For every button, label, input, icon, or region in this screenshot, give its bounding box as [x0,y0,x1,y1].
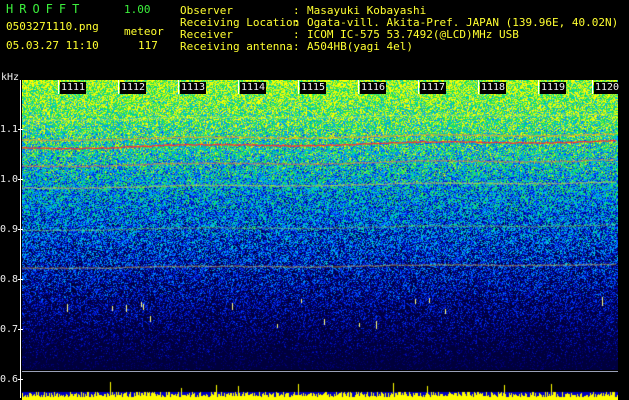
receiver-label: Receiver [180,28,233,41]
y-tick-label: 1.0 [0,174,19,185]
y-tick-mark [18,279,23,280]
app-title: HROFFT [6,2,86,16]
time-label: 1114 [240,82,267,94]
time-tick [298,80,299,94]
location-value: Ogata-vill. Akita-Pref. JAPAN (139.96E, … [307,16,619,29]
time-label: 1117 [420,82,447,94]
y-tick-mark [18,179,23,180]
y-tick-mark [18,379,23,380]
y-tick-label: 0.6 [0,374,19,385]
time-tick [118,80,119,94]
time-tick [58,80,59,94]
meteor-label: meteor [124,25,164,38]
time-tick [478,80,479,94]
time-label: 1118 [480,82,507,94]
time-label: 1119 [540,82,567,94]
activity-strip [22,378,618,400]
y-tick-mark [18,129,23,130]
y-tick-label: 0.7 [0,324,19,335]
observer-value: Masayuki Kobayashi [307,4,427,17]
y-tick-label: 0.8 [0,274,19,285]
antenna-colon: : [293,40,300,53]
time-tick [592,80,593,94]
time-label: 1120 [594,82,621,94]
time-tick [418,80,419,94]
time-tick [538,80,539,94]
antenna-label: Receiving antenna [180,40,293,53]
time-tick [358,80,359,94]
hrofft-window: HROFFT 1.00 0503271110.png meteor 05.03.… [0,0,629,400]
location-label: Receiving Location [180,16,300,29]
spectrogram [22,80,618,370]
time-label: 1113 [180,82,207,94]
noise-baseline [22,371,618,372]
receiver-colon: : [293,28,300,41]
time-label: 1111 [60,82,87,94]
app-version: 1.00 [124,3,151,16]
y-tick-label: 0.9 [0,224,19,235]
receiver-value: ICOM IC-575 53.7492(@LCD)MHz USB [307,28,519,41]
time-tick [238,80,239,94]
y-axis-unit: kHz [1,72,20,83]
time-label: 1115 [300,82,327,94]
antenna-value: A504HB(yagi 4el) [307,40,413,53]
y-tick-mark [18,329,23,330]
time-label: 1116 [360,82,387,94]
image-filename: 0503271110.png [6,20,99,33]
time-label: 1112 [120,82,147,94]
y-axis-line [20,80,21,398]
observation-datetime: 05.03.27 11:10 [6,39,99,52]
time-tick [178,80,179,94]
meteor-count: 117 [138,39,158,52]
observer-label: Observer [180,4,233,17]
location-colon: : [293,16,300,29]
y-tick-mark [18,229,23,230]
observer-colon: : [293,4,300,17]
y-tick-label: 1.1 [0,124,19,135]
